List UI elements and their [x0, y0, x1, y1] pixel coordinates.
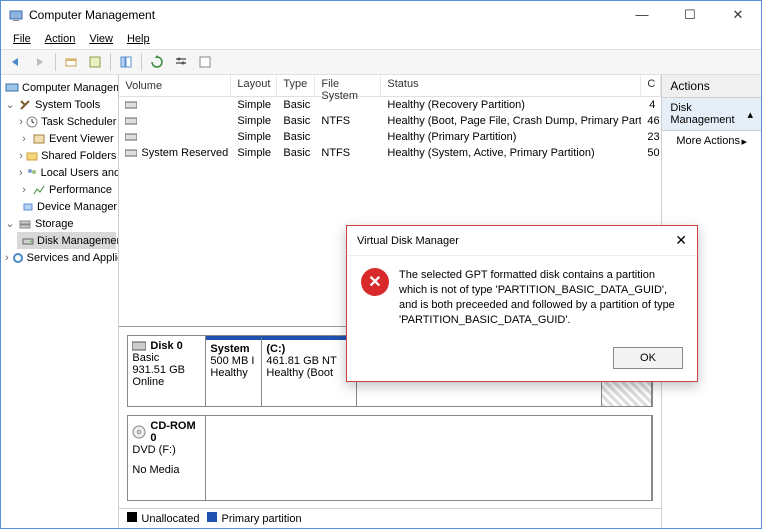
- tree-system-tools[interactable]: ⌄ System Tools: [3, 96, 116, 113]
- tree-disk-management[interactable]: Disk Management: [17, 232, 116, 249]
- tree-local-users[interactable]: ›Local Users and Groups: [17, 164, 116, 181]
- help-button[interactable]: [194, 52, 216, 72]
- col-capacity[interactable]: C: [641, 75, 661, 96]
- drive-icon: [125, 148, 137, 158]
- tree-device-manager[interactable]: Device Manager: [17, 198, 116, 215]
- ok-button[interactable]: OK: [613, 347, 683, 369]
- legend: Unallocated Primary partition: [119, 508, 661, 528]
- app-icon: [9, 8, 23, 22]
- col-status[interactable]: Status: [381, 75, 641, 96]
- menu-help[interactable]: Help: [121, 31, 156, 47]
- disk-0-info[interactable]: Disk 0 Basic 931.51 GB Online: [128, 336, 206, 406]
- col-type[interactable]: Type: [277, 75, 315, 96]
- clock-icon: [26, 115, 38, 129]
- collapse-icon[interactable]: ⌄: [5, 98, 15, 111]
- window-title: Computer Management: [29, 8, 627, 22]
- up-button[interactable]: [60, 52, 82, 72]
- error-icon: ✕: [361, 268, 389, 296]
- tree-storage[interactable]: ⌄ Storage: [3, 215, 116, 232]
- properties-button[interactable]: [84, 52, 106, 72]
- col-filesystem[interactable]: File System: [315, 75, 381, 96]
- users-icon: [26, 166, 38, 180]
- legend-unallocated-swatch: [127, 512, 137, 522]
- col-volume[interactable]: Volume: [119, 75, 231, 96]
- col-layout[interactable]: Layout: [231, 75, 277, 96]
- forward-button[interactable]: [29, 52, 51, 72]
- volume-list-header[interactable]: Volume Layout Type File System Status C: [119, 75, 661, 97]
- perf-icon: [32, 183, 46, 197]
- actions-header: Actions: [662, 75, 761, 98]
- arrow-up-icon[interactable]: ▴: [747, 108, 753, 121]
- tree-shared-folders[interactable]: ›Shared Folders: [17, 147, 116, 164]
- error-dialog: Virtual Disk Manager ✕ ✕ The selected GP…: [346, 225, 698, 382]
- minimize-button[interactable]: —: [627, 7, 657, 23]
- tree-event-viewer[interactable]: ›Event Viewer: [17, 130, 116, 147]
- cdrom-partition[interactable]: [206, 416, 652, 500]
- dialog-title: Virtual Disk Manager: [357, 235, 459, 247]
- tree-performance[interactable]: ›Performance: [17, 181, 116, 198]
- disk-row-cdrom[interactable]: CD-ROM 0 DVD (F:) No Media: [127, 415, 653, 501]
- cd-icon: [132, 425, 146, 439]
- cdrom-info[interactable]: CD-ROM 0 DVD (F:) No Media: [128, 416, 206, 500]
- storage-icon: [18, 217, 32, 231]
- actions-context[interactable]: Disk Management ▴: [662, 98, 761, 131]
- drive-icon: [125, 116, 137, 126]
- drive-icon: [125, 100, 137, 110]
- disk-icon: [22, 234, 34, 248]
- drive-icon: [125, 132, 137, 142]
- back-button[interactable]: [5, 52, 27, 72]
- disk-icon: [132, 340, 146, 352]
- list-item[interactable]: Simple Basic Healthy (Primary Partition)…: [119, 129, 661, 145]
- collapse-icon[interactable]: ⌄: [5, 217, 15, 230]
- services-icon: [12, 251, 24, 265]
- chevron-right-icon: ▸: [741, 135, 747, 148]
- partition-system[interactable]: System 500 MB I Healthy: [206, 336, 262, 406]
- refresh-button[interactable]: [146, 52, 168, 72]
- maximize-button[interactable]: ☐: [675, 7, 705, 23]
- titlebar[interactable]: Computer Management — ☐ ✕: [1, 1, 761, 29]
- device-icon: [22, 200, 34, 214]
- legend-primary-swatch: [207, 512, 217, 522]
- nav-tree[interactable]: Computer Management (Local ⌄ System Tool…: [1, 75, 119, 528]
- computer-icon: [5, 81, 19, 95]
- menu-view[interactable]: View: [83, 31, 119, 47]
- show-hide-button[interactable]: [115, 52, 137, 72]
- tree-services[interactable]: › Services and Applications: [3, 249, 116, 266]
- folder-icon: [26, 149, 38, 163]
- tree-task-scheduler[interactable]: ›Task Scheduler: [17, 113, 116, 130]
- tree-root[interactable]: Computer Management (Local: [3, 79, 116, 96]
- dialog-message: The selected GPT formatted disk contains…: [399, 268, 683, 327]
- list-item[interactable]: Simple Basic Healthy (Recovery Partition…: [119, 97, 661, 113]
- dialog-close-button[interactable]: ✕: [675, 232, 687, 249]
- menubar: File Action View Help: [1, 29, 761, 49]
- toolbar: [1, 49, 761, 75]
- menu-file[interactable]: File: [7, 31, 37, 47]
- volume-list[interactable]: Simple Basic Healthy (Recovery Partition…: [119, 97, 661, 161]
- list-item[interactable]: Simple Basic NTFS Healthy (Boot, Page Fi…: [119, 113, 661, 129]
- partition-c[interactable]: (C:) 461.81 GB NT Healthy (Boot: [262, 336, 357, 406]
- menu-action[interactable]: Action: [39, 31, 82, 47]
- actions-more[interactable]: More Actions ▸: [662, 131, 761, 152]
- close-button[interactable]: ✕: [723, 7, 753, 23]
- tools-icon: [18, 98, 32, 112]
- settings-button[interactable]: [170, 52, 192, 72]
- event-icon: [32, 132, 46, 146]
- list-item[interactable]: System Reserved Simple Basic NTFS Health…: [119, 145, 661, 161]
